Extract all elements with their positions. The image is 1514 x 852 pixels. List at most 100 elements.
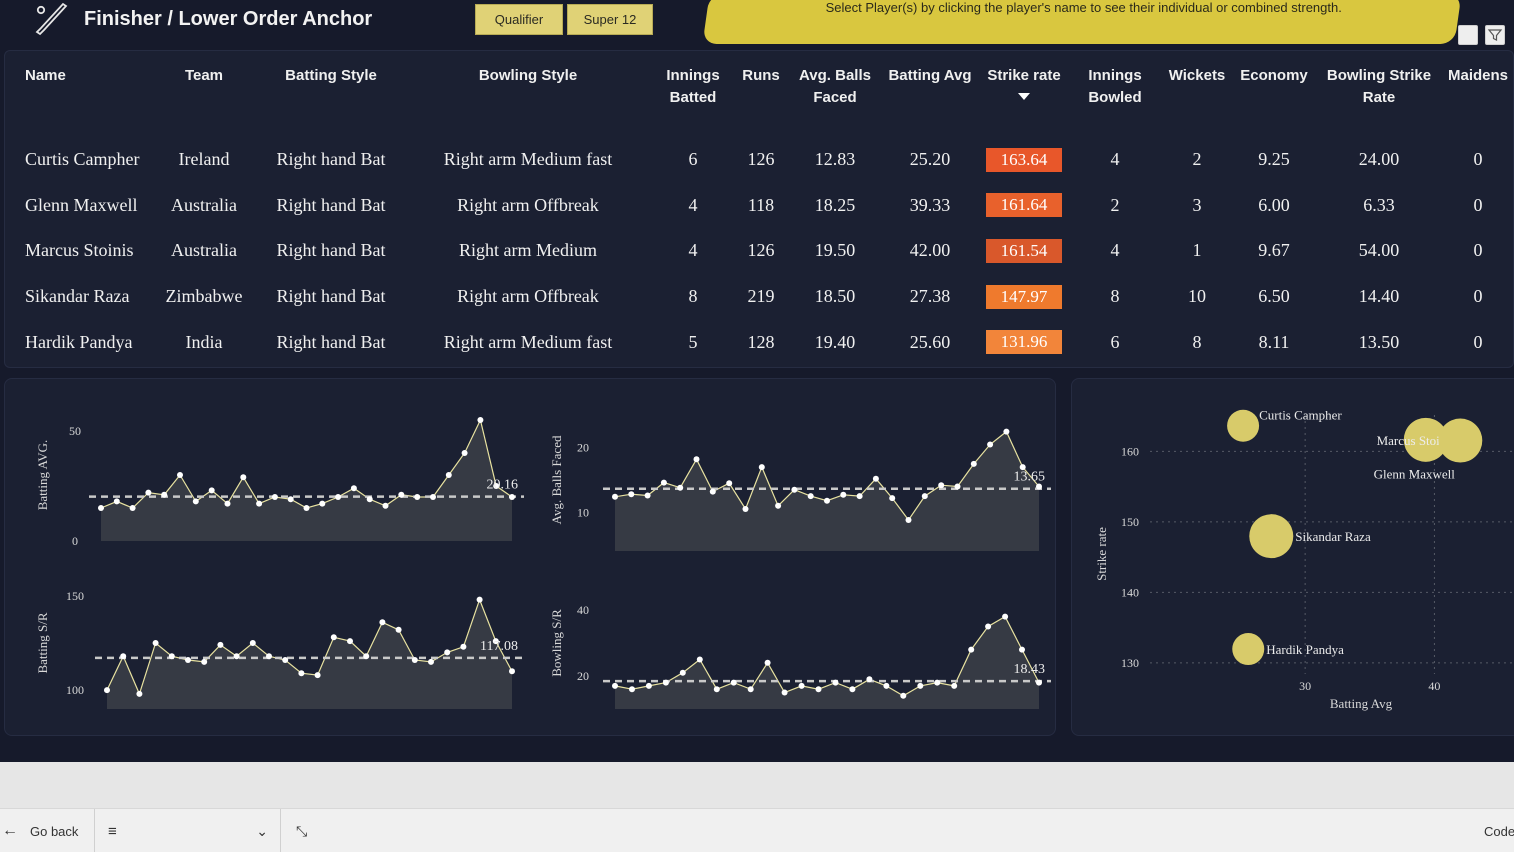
data-point[interactable] [240, 474, 247, 481]
data-point[interactable] [856, 493, 863, 500]
data-point[interactable] [742, 506, 749, 512]
cell-name[interactable]: Sikandar Raza [13, 274, 149, 320]
data-point[interactable] [662, 679, 669, 686]
data-point[interactable] [781, 689, 788, 696]
data-point[interactable] [303, 505, 310, 511]
data-point[interactable] [921, 493, 928, 500]
table-row[interactable]: Marcus Stoinis Australia Right hand Bat Rig… [13, 228, 1513, 274]
data-point[interactable] [679, 669, 686, 676]
cell-name[interactable]: Curtis Campher [13, 137, 149, 183]
data-point[interactable] [347, 638, 353, 645]
data-point[interactable] [445, 472, 452, 478]
data-point[interactable] [444, 649, 451, 656]
data-point[interactable] [509, 494, 515, 500]
data-point[interactable] [509, 668, 515, 675]
table-row[interactable]: Hardik Pandya India Right hand Bat Right ar… [13, 319, 1513, 365]
col-bowling-strike-rate[interactable]: Bowling Strike Rate [1315, 59, 1443, 137]
data-point[interactable] [807, 493, 814, 500]
data-point[interactable] [350, 485, 357, 492]
data-point[interactable] [168, 653, 175, 660]
data-point[interactable] [414, 494, 421, 500]
data-point[interactable] [872, 475, 879, 482]
data-point[interactable] [366, 496, 373, 503]
cell-name[interactable]: Glenn Maxwell [13, 183, 149, 229]
col-maidens[interactable]: Maidens [1443, 59, 1513, 137]
data-point[interactable] [660, 479, 667, 486]
col-name[interactable]: Name [13, 59, 149, 137]
data-point[interactable] [129, 505, 136, 511]
data-point[interactable] [900, 692, 907, 699]
data-point[interactable] [866, 676, 873, 683]
data-point[interactable] [271, 494, 278, 500]
data-point[interactable] [954, 483, 961, 490]
page-selector[interactable]: ≡ ⌄ [108, 809, 268, 852]
data-point[interactable] [256, 500, 263, 507]
data-point[interactable] [217, 641, 224, 648]
data-point[interactable] [791, 486, 798, 493]
collapse-icon[interactable]: ⤡ [296, 809, 307, 852]
data-point[interactable] [411, 657, 418, 663]
bubble-point[interactable] [1249, 514, 1294, 559]
col-wickets[interactable]: Wickets [1161, 59, 1233, 137]
bubble-point[interactable] [1438, 418, 1483, 463]
data-point[interactable] [775, 502, 782, 509]
col-avg-balls-faced[interactable]: Avg. Balls Faced [789, 59, 881, 137]
data-point[interactable] [177, 472, 183, 478]
table-row[interactable]: Curtis Campher Ireland Right hand Bat Right… [13, 137, 1513, 183]
data-point[interactable] [430, 494, 436, 500]
data-point[interactable] [1036, 679, 1042, 686]
filter-icon[interactable] [1485, 25, 1505, 45]
data-point[interactable] [192, 498, 199, 505]
data-point[interactable] [883, 682, 890, 689]
data-point[interactable] [726, 480, 733, 487]
data-point[interactable] [335, 494, 342, 500]
data-point[interactable] [233, 653, 240, 660]
data-point[interactable] [730, 679, 737, 686]
bubble-point[interactable] [1227, 409, 1260, 442]
col-strike-rate[interactable]: Strike rate [979, 59, 1069, 137]
data-point[interactable] [120, 653, 127, 660]
data-point[interactable] [379, 619, 386, 626]
data-point[interactable] [764, 659, 771, 666]
data-point[interactable] [693, 456, 700, 463]
data-point[interactable] [905, 517, 912, 523]
data-point[interactable] [319, 500, 326, 507]
cell-name[interactable]: Marcus Stoinis [13, 228, 149, 274]
data-point[interactable] [840, 491, 847, 498]
data-point[interactable] [461, 450, 468, 456]
data-point[interactable] [677, 484, 684, 491]
data-point[interactable] [628, 491, 635, 498]
cell-name[interactable]: Hardik Pandya [13, 319, 149, 365]
data-point[interactable] [934, 679, 941, 686]
data-point[interactable] [824, 497, 830, 504]
col-runs[interactable]: Runs [733, 59, 789, 137]
data-point[interactable] [201, 658, 208, 665]
data-point[interactable] [815, 686, 822, 693]
data-point[interactable] [298, 670, 305, 677]
data-point[interactable] [985, 623, 992, 630]
data-point[interactable] [798, 682, 805, 689]
data-point[interactable] [629, 686, 635, 693]
col-batting-style[interactable]: Batting Style [259, 59, 403, 137]
data-point[interactable] [152, 640, 159, 646]
focus-mode-icon[interactable] [1458, 25, 1478, 45]
data-point[interactable] [476, 596, 483, 603]
data-point[interactable] [612, 682, 618, 689]
data-point[interactable] [1003, 428, 1010, 435]
col-innings-bowled[interactable]: Innings Bowled [1069, 59, 1161, 137]
data-point[interactable] [98, 505, 104, 511]
data-point[interactable] [224, 500, 231, 507]
data-point[interactable] [382, 502, 389, 509]
slicer-qualifier-button[interactable]: Qualifier [475, 4, 563, 35]
data-point[interactable] [460, 643, 467, 650]
data-point[interactable] [612, 493, 618, 500]
data-point[interactable] [747, 686, 754, 693]
data-point[interactable] [249, 640, 256, 646]
data-point[interactable] [330, 634, 337, 641]
data-point[interactable] [968, 646, 975, 653]
data-point[interactable] [644, 492, 651, 499]
data-point[interactable] [696, 656, 703, 663]
data-point[interactable] [287, 496, 294, 503]
data-point[interactable] [428, 658, 434, 665]
col-batting-avg[interactable]: Batting Avg [881, 59, 979, 137]
